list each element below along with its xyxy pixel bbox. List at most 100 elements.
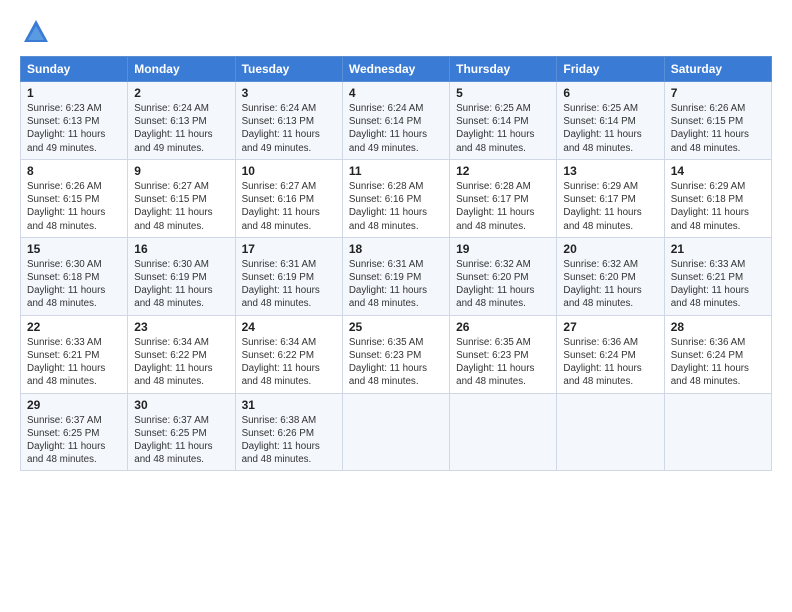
day-number: 1 bbox=[27, 86, 121, 100]
day-detail: Sunrise: 6:23 AMSunset: 6:13 PMDaylight:… bbox=[27, 102, 121, 155]
calendar-cell: 17Sunrise: 6:31 AMSunset: 6:19 PMDayligh… bbox=[235, 237, 342, 315]
calendar-cell: 7 Sunrise: 6:26 AMSunset: 6:15 PMDaylight… bbox=[664, 82, 771, 160]
day-number: 17 bbox=[242, 242, 336, 256]
col-header-sunday: Sunday bbox=[21, 57, 128, 82]
day-detail: Sunrise: 6:37 AMSunset: 6:25 PMDaylight:… bbox=[134, 414, 228, 467]
day-number: 8 bbox=[27, 164, 121, 178]
day-detail: Sunrise: 6:34 AMSunset: 6:22 PMDaylight:… bbox=[242, 336, 336, 389]
col-header-saturday: Saturday bbox=[664, 57, 771, 82]
calendar-week-3: 15Sunrise: 6:30 AMSunset: 6:18 PMDayligh… bbox=[21, 237, 772, 315]
day-detail: Sunrise: 6:36 AMSunset: 6:24 PMDaylight:… bbox=[563, 336, 657, 389]
day-detail: Sunrise: 6:32 AMSunset: 6:20 PMDaylight:… bbox=[563, 258, 657, 311]
day-number: 30 bbox=[134, 398, 228, 412]
day-number: 16 bbox=[134, 242, 228, 256]
day-detail: Sunrise: 6:32 AMSunset: 6:20 PMDaylight:… bbox=[456, 258, 550, 311]
calendar-cell: 27 Sunrise: 6:36 AMSunset: 6:24 PMDayligh… bbox=[557, 315, 664, 393]
col-header-friday: Friday bbox=[557, 57, 664, 82]
header bbox=[20, 18, 772, 46]
calendar-cell bbox=[664, 393, 771, 471]
calendar-cell: 30 Sunrise: 6:37 AMSunset: 6:25 PMDayligh… bbox=[128, 393, 235, 471]
day-detail: Sunrise: 6:37 AMSunset: 6:25 PMDaylight:… bbox=[27, 414, 121, 467]
calendar-cell: 18 Sunrise: 6:31 AMSunset: 6:19 PMDayligh… bbox=[342, 237, 449, 315]
day-detail: Sunrise: 6:30 AMSunset: 6:18 PMDaylight:… bbox=[27, 258, 121, 311]
calendar-cell: 12 Sunrise: 6:28 AMSunset: 6:17 PMDayligh… bbox=[450, 159, 557, 237]
calendar-cell: 15Sunrise: 6:30 AMSunset: 6:18 PMDayligh… bbox=[21, 237, 128, 315]
calendar-cell bbox=[450, 393, 557, 471]
day-detail: Sunrise: 6:26 AMSunset: 6:15 PMDaylight:… bbox=[27, 180, 121, 233]
day-detail: Sunrise: 6:29 AMSunset: 6:18 PMDaylight:… bbox=[671, 180, 765, 233]
calendar-cell: 9 Sunrise: 6:27 AMSunset: 6:15 PMDaylight… bbox=[128, 159, 235, 237]
day-number: 31 bbox=[242, 398, 336, 412]
day-number: 13 bbox=[563, 164, 657, 178]
day-number: 12 bbox=[456, 164, 550, 178]
calendar-cell: 14 Sunrise: 6:29 AMSunset: 6:18 PMDayligh… bbox=[664, 159, 771, 237]
day-number: 24 bbox=[242, 320, 336, 334]
calendar-cell: 10Sunrise: 6:27 AMSunset: 6:16 PMDayligh… bbox=[235, 159, 342, 237]
calendar-cell: 11Sunrise: 6:28 AMSunset: 6:16 PMDayligh… bbox=[342, 159, 449, 237]
day-detail: Sunrise: 6:38 AMSunset: 6:26 PMDaylight:… bbox=[242, 414, 336, 467]
day-detail: Sunrise: 6:35 AMSunset: 6:23 PMDaylight:… bbox=[456, 336, 550, 389]
day-detail: Sunrise: 6:26 AMSunset: 6:15 PMDaylight:… bbox=[671, 102, 765, 155]
calendar-cell: 29 Sunrise: 6:37 AMSunset: 6:25 PMDayligh… bbox=[21, 393, 128, 471]
day-detail: Sunrise: 6:34 AMSunset: 6:22 PMDaylight:… bbox=[134, 336, 228, 389]
day-detail: Sunrise: 6:24 AMSunset: 6:14 PMDaylight:… bbox=[349, 102, 443, 155]
calendar-cell bbox=[342, 393, 449, 471]
calendar-week-2: 8 Sunrise: 6:26 AMSunset: 6:15 PMDaylight… bbox=[21, 159, 772, 237]
day-detail: Sunrise: 6:27 AMSunset: 6:15 PMDaylight:… bbox=[134, 180, 228, 233]
day-number: 27 bbox=[563, 320, 657, 334]
calendar-cell: 4Sunrise: 6:24 AMSunset: 6:14 PMDaylight… bbox=[342, 82, 449, 160]
day-detail: Sunrise: 6:33 AMSunset: 6:21 PMDaylight:… bbox=[27, 336, 121, 389]
day-detail: Sunrise: 6:25 AMSunset: 6:14 PMDaylight:… bbox=[456, 102, 550, 155]
calendar-cell: 22 Sunrise: 6:33 AMSunset: 6:21 PMDayligh… bbox=[21, 315, 128, 393]
calendar-cell: 1 Sunrise: 6:23 AMSunset: 6:13 PMDaylight… bbox=[21, 82, 128, 160]
day-number: 2 bbox=[134, 86, 228, 100]
calendar-week-4: 22 Sunrise: 6:33 AMSunset: 6:21 PMDayligh… bbox=[21, 315, 772, 393]
calendar-cell: 28 Sunrise: 6:36 AMSunset: 6:24 PMDayligh… bbox=[664, 315, 771, 393]
day-number: 22 bbox=[27, 320, 121, 334]
day-number: 21 bbox=[671, 242, 765, 256]
calendar-cell: 31 Sunrise: 6:38 AMSunset: 6:26 PMDayligh… bbox=[235, 393, 342, 471]
day-detail: Sunrise: 6:31 AMSunset: 6:19 PMDaylight:… bbox=[349, 258, 443, 311]
day-number: 29 bbox=[27, 398, 121, 412]
calendar-cell: 3Sunrise: 6:24 AMSunset: 6:13 PMDaylight… bbox=[235, 82, 342, 160]
calendar-cell: 13Sunrise: 6:29 AMSunset: 6:17 PMDayligh… bbox=[557, 159, 664, 237]
calendar-cell: 21Sunrise: 6:33 AMSunset: 6:21 PMDayligh… bbox=[664, 237, 771, 315]
day-number: 9 bbox=[134, 164, 228, 178]
day-number: 6 bbox=[563, 86, 657, 100]
day-number: 14 bbox=[671, 164, 765, 178]
day-number: 18 bbox=[349, 242, 443, 256]
day-number: 3 bbox=[242, 86, 336, 100]
calendar-cell: 19 Sunrise: 6:32 AMSunset: 6:20 PMDayligh… bbox=[450, 237, 557, 315]
logo-icon bbox=[22, 18, 50, 46]
col-header-tuesday: Tuesday bbox=[235, 57, 342, 82]
calendar-cell: 24 Sunrise: 6:34 AMSunset: 6:22 PMDayligh… bbox=[235, 315, 342, 393]
day-detail: Sunrise: 6:36 AMSunset: 6:24 PMDaylight:… bbox=[671, 336, 765, 389]
day-number: 20 bbox=[563, 242, 657, 256]
day-detail: Sunrise: 6:28 AMSunset: 6:17 PMDaylight:… bbox=[456, 180, 550, 233]
calendar-week-5: 29 Sunrise: 6:37 AMSunset: 6:25 PMDayligh… bbox=[21, 393, 772, 471]
day-number: 19 bbox=[456, 242, 550, 256]
calendar-week-1: 1 Sunrise: 6:23 AMSunset: 6:13 PMDaylight… bbox=[21, 82, 772, 160]
day-detail: Sunrise: 6:28 AMSunset: 6:16 PMDaylight:… bbox=[349, 180, 443, 233]
calendar-cell: 2 Sunrise: 6:24 AMSunset: 6:13 PMDaylight… bbox=[128, 82, 235, 160]
day-number: 28 bbox=[671, 320, 765, 334]
day-detail: Sunrise: 6:25 AMSunset: 6:14 PMDaylight:… bbox=[563, 102, 657, 155]
calendar-cell: 25Sunrise: 6:35 AMSunset: 6:23 PMDayligh… bbox=[342, 315, 449, 393]
day-detail: Sunrise: 6:35 AMSunset: 6:23 PMDaylight:… bbox=[349, 336, 443, 389]
day-number: 7 bbox=[671, 86, 765, 100]
day-number: 23 bbox=[134, 320, 228, 334]
col-header-monday: Monday bbox=[128, 57, 235, 82]
day-number: 26 bbox=[456, 320, 550, 334]
calendar-cell: 8 Sunrise: 6:26 AMSunset: 6:15 PMDaylight… bbox=[21, 159, 128, 237]
calendar-cell: 23 Sunrise: 6:34 AMSunset: 6:22 PMDayligh… bbox=[128, 315, 235, 393]
calendar-table: SundayMondayTuesdayWednesdayThursdayFrid… bbox=[20, 56, 772, 471]
day-detail: Sunrise: 6:24 AMSunset: 6:13 PMDaylight:… bbox=[134, 102, 228, 155]
col-header-thursday: Thursday bbox=[450, 57, 557, 82]
header-row: SundayMondayTuesdayWednesdayThursdayFrid… bbox=[21, 57, 772, 82]
calendar-cell: 16Sunrise: 6:30 AMSunset: 6:19 PMDayligh… bbox=[128, 237, 235, 315]
day-detail: Sunrise: 6:27 AMSunset: 6:16 PMDaylight:… bbox=[242, 180, 336, 233]
page: SundayMondayTuesdayWednesdayThursdayFrid… bbox=[0, 0, 792, 612]
logo bbox=[20, 18, 50, 46]
calendar-cell: 20 Sunrise: 6:32 AMSunset: 6:20 PMDayligh… bbox=[557, 237, 664, 315]
calendar-cell: 26 Sunrise: 6:35 AMSunset: 6:23 PMDayligh… bbox=[450, 315, 557, 393]
